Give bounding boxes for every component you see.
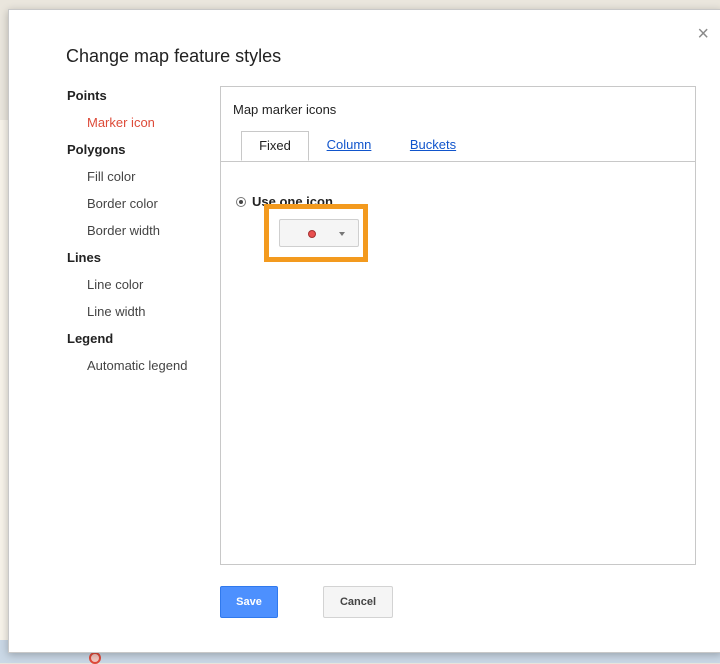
nav-item-border-color[interactable]: Border color [67, 196, 227, 214]
nav-item-marker-icon[interactable]: Marker icon [67, 115, 227, 133]
dialog-title: Change map feature styles [66, 46, 282, 66]
tab-fixed[interactable]: Fixed [241, 131, 309, 161]
nav-item-automatic-legend[interactable]: Automatic legend [67, 358, 227, 376]
tab-buckets[interactable]: Buckets [401, 131, 465, 161]
nav-group-polygons: Polygons [67, 142, 126, 157]
nav-item-fill-color[interactable]: Fill color [67, 169, 227, 187]
nav-item-line-width[interactable]: Line width [67, 304, 227, 322]
close-icon[interactable]: × [697, 24, 709, 44]
nav-group-legend: Legend [67, 331, 114, 346]
nav-item-line-color[interactable]: Line color [67, 277, 227, 295]
style-nav: Points Marker icon Polygons Fill color B… [67, 88, 227, 376]
style-dialog: Change map feature styles × Points Marke… [8, 9, 720, 653]
tab-column[interactable]: Column [321, 131, 377, 161]
nav-group-lines: Lines [67, 250, 101, 265]
map-pin-icon [89, 652, 101, 664]
radio-button[interactable] [236, 196, 246, 207]
panel-title: Map marker icons [233, 102, 337, 117]
highlight-box [264, 204, 368, 262]
cancel-button[interactable]: Cancel [323, 586, 393, 618]
nav-item-border-width[interactable]: Border width [67, 223, 227, 241]
tab-bar: Fixed Column Buckets [221, 127, 695, 162]
save-button[interactable]: Save [220, 586, 278, 618]
nav-group-points: Points [67, 88, 107, 103]
marker-icons-panel: Map marker icons Fixed Column Buckets Us… [220, 86, 696, 565]
